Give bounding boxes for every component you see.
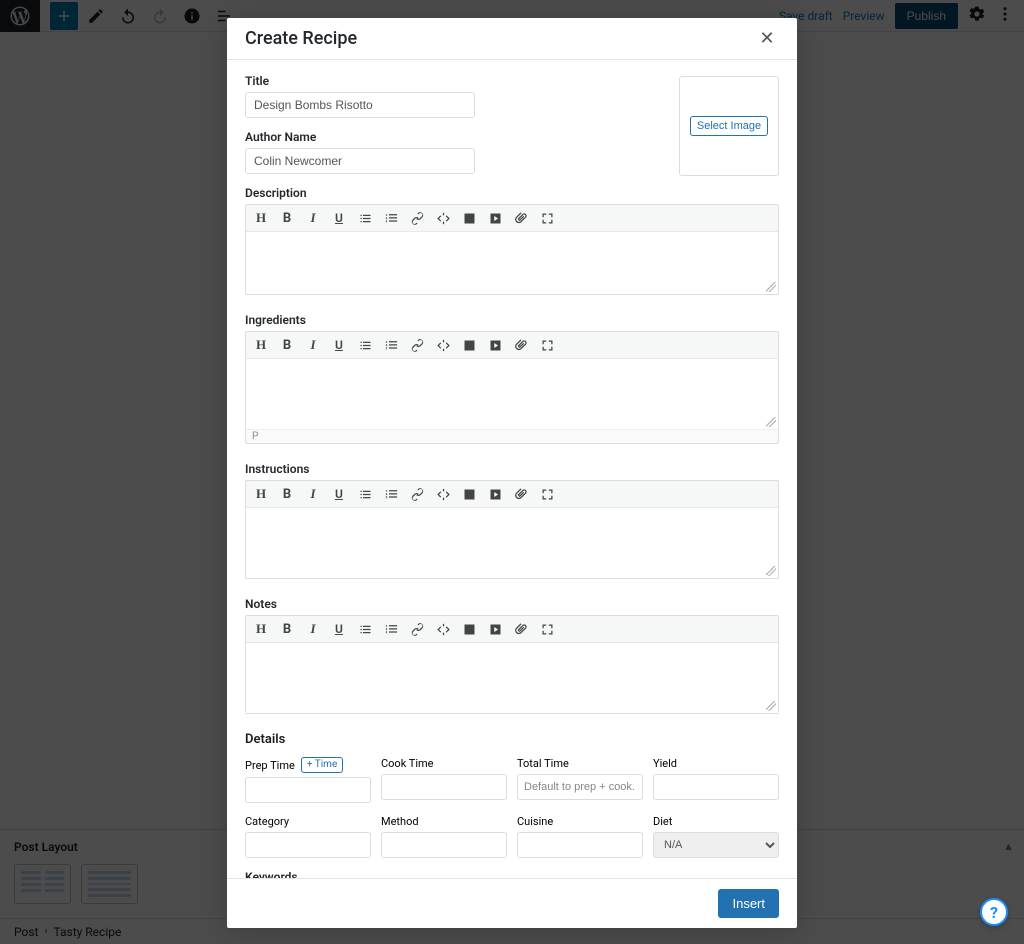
notes-textarea[interactable] <box>246 643 778 713</box>
unlink-icon[interactable] <box>434 336 452 354</box>
total-time-input[interactable] <box>517 774 643 800</box>
description-toolbar: H B I U <box>246 205 778 232</box>
number-list-icon[interactable] <box>382 209 400 227</box>
heading-icon[interactable]: H <box>252 620 270 638</box>
unlink-icon[interactable] <box>434 620 452 638</box>
close-icon[interactable]: ✕ <box>755 28 779 49</box>
description-label: Description <box>245 186 779 200</box>
italic-icon[interactable]: I <box>304 620 322 638</box>
italic-icon[interactable]: I <box>304 485 322 503</box>
video-icon[interactable] <box>486 620 504 638</box>
description-editor: H B I U <box>245 204 779 295</box>
modal-title: Create Recipe <box>245 28 357 49</box>
attachment-icon[interactable] <box>512 209 530 227</box>
attachment-icon[interactable] <box>512 485 530 503</box>
underline-icon[interactable]: U <box>330 485 348 503</box>
number-list-icon[interactable] <box>382 620 400 638</box>
insert-button[interactable]: Insert <box>718 889 779 918</box>
notes-label: Notes <box>245 597 779 611</box>
title-input[interactable] <box>245 92 475 118</box>
notes-editor: H B I U <box>245 615 779 714</box>
instructions-textarea[interactable] <box>246 508 778 578</box>
instructions-editor: H B I U <box>245 480 779 579</box>
resize-handle-icon[interactable] <box>766 701 776 711</box>
instructions-label: Instructions <box>245 462 779 476</box>
method-label: Method <box>381 815 507 828</box>
link-icon[interactable] <box>408 485 426 503</box>
number-list-icon[interactable] <box>382 336 400 354</box>
italic-icon[interactable]: I <box>304 336 322 354</box>
image-icon[interactable] <box>460 336 478 354</box>
category-label: Category <box>245 815 371 828</box>
bold-icon[interactable]: B <box>278 620 296 638</box>
select-image-button[interactable]: Select Image <box>690 116 768 136</box>
yield-label: Yield <box>653 757 779 770</box>
bullet-list-icon[interactable] <box>356 485 374 503</box>
video-icon[interactable] <box>486 485 504 503</box>
ingredients-editor: H B I U P <box>245 331 779 444</box>
resize-handle-icon[interactable] <box>766 282 776 292</box>
bold-icon[interactable]: B <box>278 336 296 354</box>
attachment-icon[interactable] <box>512 336 530 354</box>
heading-icon[interactable]: H <box>252 485 270 503</box>
cook-time-label: Cook Time <box>381 757 507 770</box>
cuisine-label: Cuisine <box>517 815 643 828</box>
cuisine-input[interactable] <box>517 832 643 858</box>
keywords-label: Keywords <box>245 870 779 878</box>
unlink-icon[interactable] <box>434 209 452 227</box>
link-icon[interactable] <box>408 620 426 638</box>
category-input[interactable] <box>245 832 371 858</box>
number-list-icon[interactable] <box>382 485 400 503</box>
bullet-list-icon[interactable] <box>356 620 374 638</box>
resize-handle-icon[interactable] <box>766 566 776 576</box>
fullscreen-icon[interactable] <box>538 620 556 638</box>
fullscreen-icon[interactable] <box>538 485 556 503</box>
prep-time-input[interactable] <box>245 777 371 803</box>
link-icon[interactable] <box>408 209 426 227</box>
diet-select[interactable]: N/A <box>653 832 779 858</box>
image-icon[interactable] <box>460 620 478 638</box>
title-label: Title <box>245 74 659 88</box>
author-label: Author Name <box>245 130 659 144</box>
video-icon[interactable] <box>486 336 504 354</box>
fullscreen-icon[interactable] <box>538 336 556 354</box>
add-time-button[interactable]: + Time <box>301 757 343 773</box>
heading-icon[interactable]: H <box>252 209 270 227</box>
underline-icon[interactable]: U <box>330 209 348 227</box>
video-icon[interactable] <box>486 209 504 227</box>
total-time-label: Total Time <box>517 757 643 770</box>
bold-icon[interactable]: B <box>278 485 296 503</box>
resize-handle-icon[interactable] <box>766 417 776 427</box>
create-recipe-modal: Create Recipe ✕ Title Author Name Sele <box>227 18 797 928</box>
fullscreen-icon[interactable] <box>538 209 556 227</box>
link-icon[interactable] <box>408 336 426 354</box>
diet-label: Diet <box>653 815 779 828</box>
description-textarea[interactable] <box>246 232 778 294</box>
prep-time-label: Prep Time <box>245 759 295 772</box>
italic-icon[interactable]: I <box>304 209 322 227</box>
bold-icon[interactable]: B <box>278 209 296 227</box>
yield-input[interactable] <box>653 774 779 800</box>
help-icon[interactable]: ? <box>980 898 1008 926</box>
unlink-icon[interactable] <box>434 485 452 503</box>
details-heading: Details <box>245 732 779 747</box>
image-icon[interactable] <box>460 485 478 503</box>
bullet-list-icon[interactable] <box>356 209 374 227</box>
method-input[interactable] <box>381 832 507 858</box>
author-input[interactable] <box>245 148 475 174</box>
underline-icon[interactable]: U <box>330 620 348 638</box>
recipe-image-box: Select Image <box>679 76 779 176</box>
modal-overlay[interactable]: Create Recipe ✕ Title Author Name Sele <box>0 0 1024 944</box>
cook-time-input[interactable] <box>381 774 507 800</box>
image-icon[interactable] <box>460 209 478 227</box>
underline-icon[interactable]: U <box>330 336 348 354</box>
ingredients-label: Ingredients <box>245 313 779 327</box>
ingredients-statusbar: P <box>246 429 778 443</box>
ingredients-textarea[interactable] <box>246 359 778 429</box>
bullet-list-icon[interactable] <box>356 336 374 354</box>
attachment-icon[interactable] <box>512 620 530 638</box>
heading-icon[interactable]: H <box>252 336 270 354</box>
